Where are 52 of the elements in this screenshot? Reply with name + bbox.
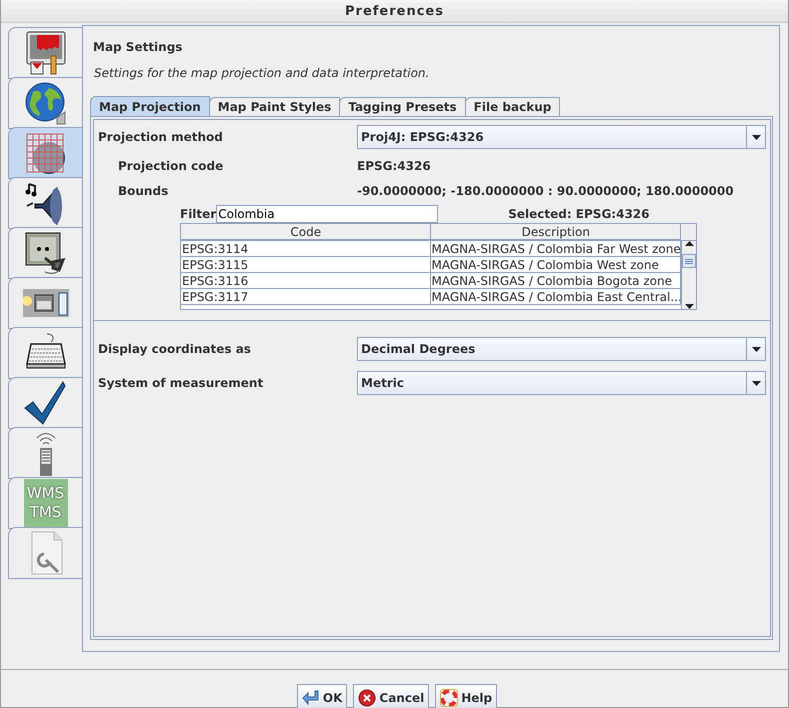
tab[interactable]: File backup	[464, 97, 560, 116]
column-header[interactable]: Description	[430, 224, 682, 240]
table-cell: MAGNA-SIRGAS / Colombia Bogota zone	[430, 273, 682, 289]
field-value: -90.0000000; -180.0000000 : 90.0000000; 180.0000000	[357, 184, 734, 198]
plug-icon	[22, 230, 68, 276]
sidebar-tab[interactable]	[8, 77, 82, 129]
field-value: EPSG:4326	[357, 159, 431, 173]
tab[interactable]: Tagging Presets	[339, 97, 466, 116]
table-cell: EPSG:3116	[181, 273, 431, 289]
scrollbar[interactable]	[681, 241, 696, 309]
sidebar-tab[interactable]	[8, 327, 82, 379]
sidebar-tab[interactable]	[8, 177, 82, 229]
field-label: System of measurement	[98, 376, 264, 390]
sidebar-tab[interactable]	[8, 377, 82, 429]
table-cell: EPSG:3117	[181, 289, 431, 305]
table-cell: EPSG:3115	[181, 257, 431, 273]
tab[interactable]: Map Projection	[90, 96, 210, 116]
scrollbar-thumb[interactable]	[682, 254, 696, 268]
scroll-down-icon	[684, 304, 694, 309]
checkmark-icon	[22, 380, 68, 426]
grip-icon	[685, 258, 694, 264]
dropdown[interactable]: Decimal Degrees	[357, 337, 766, 361]
caret-down-icon	[752, 346, 760, 352]
sidebar-tab[interactable]	[8, 227, 82, 279]
selected-projection: Selected: EPSG:4326	[508, 207, 650, 221]
help-button[interactable]: Help	[435, 684, 498, 708]
table-cell: MAGNA-SIRGAS / Colombia West zone	[430, 257, 682, 273]
field-label: Bounds	[117, 184, 170, 198]
filter-field[interactable]: Colombia	[216, 205, 438, 223]
dropdown[interactable]: Metric	[357, 371, 766, 395]
section-title: Map Settings	[93, 40, 184, 56]
ok-button[interactable]: OK	[296, 684, 348, 708]
table-cell: MAGNA-SIRGAS / Colombia Far West zone	[430, 241, 682, 257]
caret-down-icon	[752, 134, 760, 140]
globe-icon	[22, 80, 68, 126]
field-label: Projection method	[98, 130, 224, 144]
field-label: Display coordinates as	[98, 342, 252, 356]
field-label: Projection code	[117, 159, 224, 173]
filter-label: Filter	[180, 207, 216, 221]
return-arrow-icon	[302, 690, 320, 706]
sidebar-tab[interactable]	[8, 27, 82, 79]
dropdown[interactable]: Proj4J: EPSG:4326	[357, 125, 766, 149]
stop-icon	[358, 689, 376, 707]
section-description: Settings for the map projection and data interpretation.	[94, 66, 430, 82]
column-header[interactable]: Code	[181, 224, 431, 240]
window-title: Preferences	[1, 0, 788, 23]
cancel-button[interactable]: Cancel	[353, 684, 430, 708]
imagery-label: WMS TMS	[24, 479, 68, 527]
table-cell: EPSG:3114	[181, 241, 431, 257]
lifebuoy-icon	[440, 689, 458, 707]
caret-down-icon	[752, 380, 760, 386]
tab[interactable]: Map Paint Styles	[208, 97, 340, 116]
